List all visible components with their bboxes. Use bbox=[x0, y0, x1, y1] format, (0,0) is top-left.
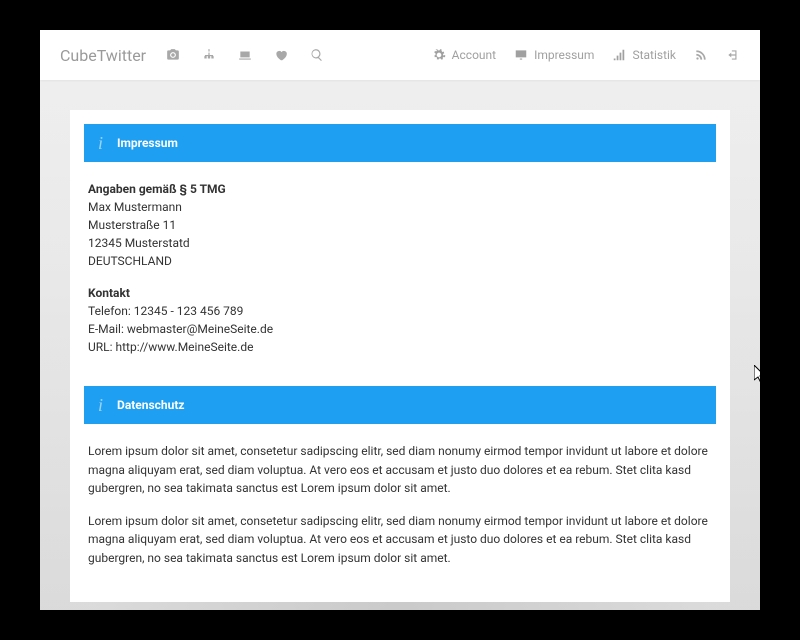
impressum-city: 12345 Musterstatd bbox=[88, 236, 190, 250]
nav-account-label: Account bbox=[452, 48, 496, 62]
impressum-url: URL: http://www.MeineSeite.de bbox=[88, 340, 253, 354]
impressum-heading1: Angaben gemäß § 5 TMG bbox=[88, 182, 226, 196]
laptop-icon[interactable] bbox=[238, 48, 252, 62]
impressum-street: Musterstraße 11 bbox=[88, 218, 176, 232]
rss-icon[interactable] bbox=[694, 48, 708, 62]
search-icon[interactable] bbox=[310, 48, 324, 62]
impressum-header: i Impressum bbox=[84, 124, 716, 162]
info-icon: i bbox=[98, 396, 103, 414]
content-card: i Impressum Angaben gemäß § 5 TMG Max Mu… bbox=[70, 110, 730, 602]
impressum-heading2: Kontakt bbox=[88, 286, 130, 300]
nav-left bbox=[166, 48, 324, 62]
impressum-phone: Telefon: 12345 - 123 456 789 bbox=[88, 304, 243, 318]
cursor-icon bbox=[754, 365, 760, 385]
nav-statistik-label: Statistik bbox=[632, 48, 676, 62]
datenschutz-para2: Lorem ipsum dolor sit amet, consetetur s… bbox=[88, 512, 712, 568]
sitemap-icon[interactable] bbox=[202, 48, 216, 62]
nav-impressum[interactable]: Impressum bbox=[514, 48, 594, 62]
heart-icon[interactable] bbox=[274, 48, 288, 62]
nav-account[interactable]: Account bbox=[432, 48, 496, 62]
impressum-country: DEUTSCHLAND bbox=[88, 254, 172, 268]
nav-right: Account Impressum Statistik bbox=[432, 48, 740, 62]
impressum-name: Max Mustermann bbox=[88, 200, 182, 214]
datenschutz-body: Lorem ipsum dolor sit amet, consetetur s… bbox=[84, 442, 716, 568]
nav-statistik[interactable]: Statistik bbox=[612, 48, 676, 62]
datenschutz-title: Datenschutz bbox=[117, 398, 185, 412]
impressum-title: Impressum bbox=[117, 136, 178, 150]
brand[interactable]: CubeTwitter bbox=[60, 46, 146, 65]
datenschutz-header: i Datenschutz bbox=[84, 386, 716, 424]
navbar: CubeTwitter Account bbox=[40, 30, 760, 80]
logout-icon[interactable] bbox=[726, 48, 740, 62]
impressum-body: Angaben gemäß § 5 TMG Max Mustermann Mus… bbox=[84, 180, 716, 356]
nav-impressum-label: Impressum bbox=[534, 48, 594, 62]
camera-icon[interactable] bbox=[166, 48, 180, 62]
signal-icon bbox=[612, 48, 626, 62]
impressum-email: E-Mail: webmaster@MeineSeite.de bbox=[88, 322, 273, 336]
gear-icon bbox=[432, 48, 446, 62]
monitor-icon bbox=[514, 48, 528, 62]
info-icon: i bbox=[98, 134, 103, 152]
datenschutz-para1: Lorem ipsum dolor sit amet, consetetur s… bbox=[88, 442, 712, 498]
